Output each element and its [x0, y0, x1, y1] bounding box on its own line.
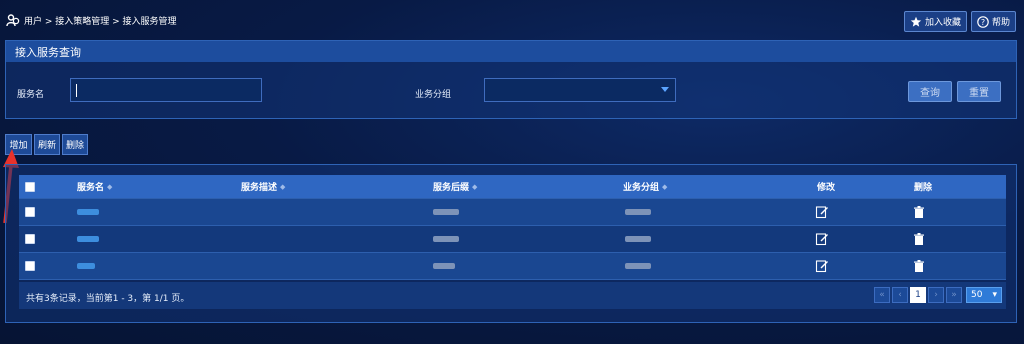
suffix-value	[433, 263, 455, 269]
column-header-group[interactable]: 业务分组 ◆	[623, 175, 667, 198]
text-caret	[76, 84, 77, 97]
edit-icon[interactable]	[815, 232, 829, 246]
breadcrumb: 用户 > 接入策略管理 > 接入服务管理	[6, 13, 177, 27]
sort-icon: ◆	[472, 182, 478, 191]
reset-button[interactable]: 重置	[957, 81, 1001, 102]
edit-icon[interactable]	[815, 259, 829, 273]
query-panel: 接入服务查询 服务名 业务分组 查询 重置	[5, 40, 1017, 119]
edit-icon[interactable]	[815, 205, 829, 219]
service-name-label: 服务名	[17, 90, 45, 100]
table-row	[19, 199, 1006, 226]
column-header-edit: 修改	[817, 183, 836, 193]
row-checkbox[interactable]	[25, 261, 35, 271]
select-all-checkbox[interactable]	[25, 181, 35, 192]
trash-icon[interactable]	[912, 259, 926, 273]
group-value	[625, 263, 651, 269]
add-favorite-label: 加入收藏	[924, 18, 961, 28]
table-header: 服务名 ◆ 服务描述 ◆ 服务后缀 ◆ 业务分组 ◆ 修改 删除	[19, 175, 1006, 199]
help-icon: ?	[977, 15, 989, 28]
group-select[interactable]	[484, 78, 676, 102]
refresh-button[interactable]: 刷新	[34, 134, 60, 155]
sort-icon: ◆	[280, 182, 286, 191]
column-header-suffix[interactable]: 服务后缀 ◆	[433, 175, 477, 198]
breadcrumb-text: 用户 > 接入策略管理 > 接入服务管理	[24, 16, 177, 27]
top-bar: 用户 > 接入策略管理 > 接入服务管理 加入收藏 ? 帮助	[0, 0, 1024, 36]
trash-icon[interactable]	[912, 232, 926, 246]
help-label: 帮助	[991, 18, 1010, 28]
suffix-value	[433, 209, 459, 215]
service-name-link[interactable]	[77, 263, 95, 269]
last-page-button[interactable]: »	[946, 287, 962, 303]
add-favorite-button[interactable]: 加入收藏	[903, 11, 967, 32]
current-page-button[interactable]: 1	[910, 287, 926, 303]
service-table: 服务名 ◆ 服务描述 ◆ 服务后缀 ◆ 业务分组 ◆ 修改 删除	[19, 175, 1006, 280]
prev-page-button[interactable]: ‹	[892, 287, 908, 303]
page-size-select[interactable]: 50 ▾	[966, 287, 1002, 303]
user-icon	[6, 14, 20, 27]
next-page-button[interactable]: ›	[928, 287, 944, 303]
page-size-value: 50	[971, 290, 983, 300]
group-value	[625, 236, 651, 242]
column-header-desc-label: 服务描述	[241, 183, 278, 193]
table-row	[19, 253, 1006, 280]
pagination: « ‹ 1 › »	[874, 287, 962, 303]
delete-button[interactable]: 删除	[62, 134, 88, 155]
query-panel-title: 接入服务查询	[6, 41, 1016, 62]
row-checkbox[interactable]	[25, 234, 35, 244]
group-label: 业务分组	[415, 90, 452, 100]
chevron-down-icon: ▾	[992, 290, 997, 300]
column-header-suffix-label: 服务后缀	[433, 183, 470, 193]
star-icon	[910, 16, 922, 27]
suffix-value	[433, 236, 459, 242]
dropdown-arrow-icon	[661, 87, 669, 92]
record-summary: 共有3条记录，当前第1 - 3，第 1/1 页。	[26, 294, 190, 304]
sort-icon: ◆	[107, 182, 113, 191]
service-name-input[interactable]	[70, 78, 262, 102]
column-header-delete: 删除	[914, 183, 933, 193]
group-value	[625, 209, 651, 215]
column-header-group-label: 业务分组	[623, 183, 660, 193]
service-name-link[interactable]	[77, 236, 99, 242]
service-grid-panel: 服务名 ◆ 服务描述 ◆ 服务后缀 ◆ 业务分组 ◆ 修改 删除 共有3条记录，…	[5, 164, 1017, 323]
service-name-link[interactable]	[77, 209, 99, 215]
table-footer: 共有3条记录，当前第1 - 3，第 1/1 页。 « ‹ 1 › » 50 ▾	[19, 282, 1006, 309]
column-header-desc[interactable]: 服务描述 ◆	[241, 175, 285, 198]
search-button[interactable]: 查询	[908, 81, 952, 102]
help-button[interactable]: ? 帮助	[970, 11, 1016, 32]
table-row	[19, 226, 1006, 253]
sort-icon: ◆	[662, 182, 668, 191]
first-page-button[interactable]: «	[874, 287, 890, 303]
row-checkbox[interactable]	[25, 207, 35, 217]
column-header-name[interactable]: 服务名 ◆	[77, 175, 112, 198]
trash-icon[interactable]	[912, 205, 926, 219]
column-header-name-label: 服务名	[77, 183, 105, 193]
svg-text:?: ?	[981, 18, 985, 27]
